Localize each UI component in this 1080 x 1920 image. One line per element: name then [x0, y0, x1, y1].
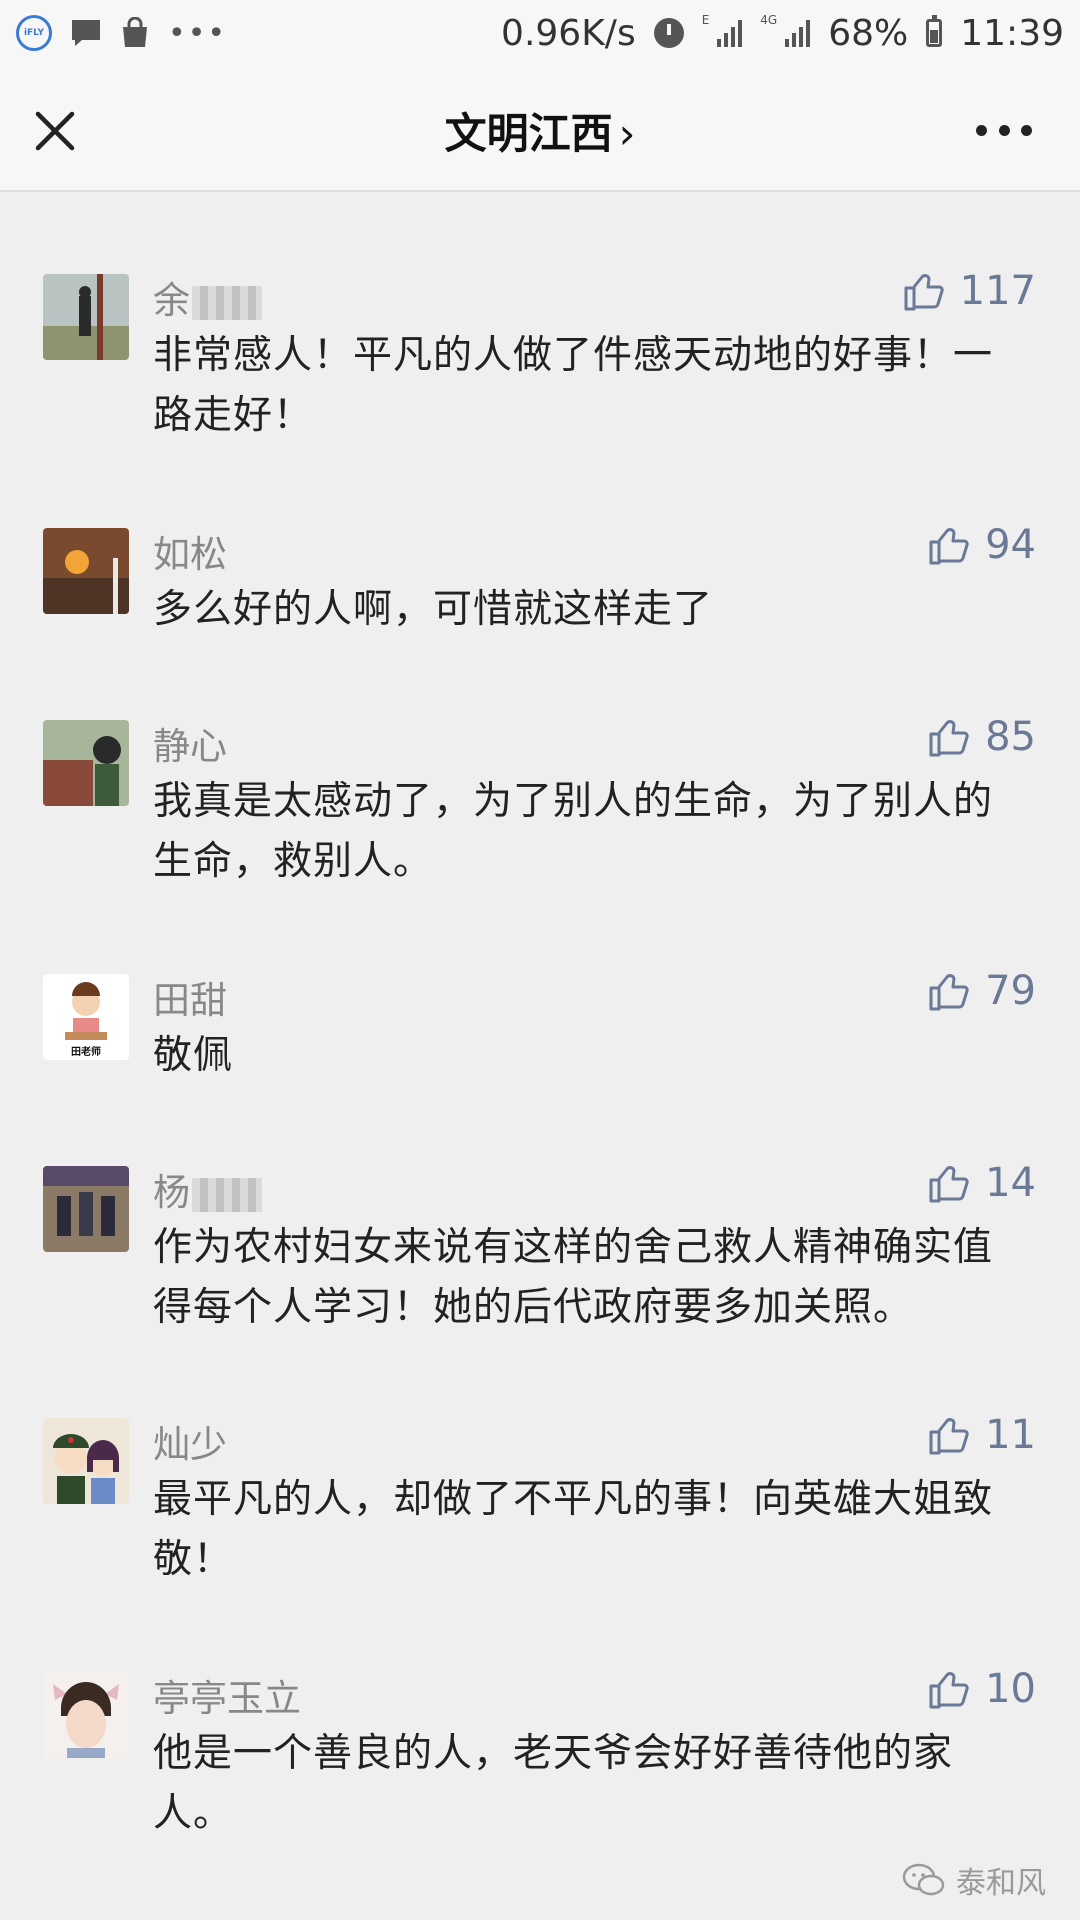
nav-bar: 文明江西 ›: [0, 66, 1080, 192]
network-speed: 0.96K/s: [501, 12, 636, 54]
avatar-caption: 田老师: [71, 1047, 101, 1058]
comment-author: 杨: [153, 1162, 262, 1216]
avatar-image: [43, 720, 129, 806]
signal-1-tag: E: [701, 12, 710, 27]
signal-2-tag: 4G: [760, 12, 778, 27]
avatar-image: [43, 1672, 129, 1758]
comment-author: 灿少: [153, 1414, 227, 1468]
ifly-app-icon: iFLY: [16, 15, 52, 51]
comment-author: 亭亭玉立: [153, 1668, 301, 1722]
redacted-name-mosaic: [192, 1177, 262, 1212]
watermark-text: 泰和风: [956, 1866, 1046, 1901]
more-dot: [1021, 124, 1032, 136]
comment-text: 最平凡的人，却做了不平凡的事！向英雄大姐致敬！: [153, 1477, 994, 1582]
avatar[interactable]: [43, 720, 129, 806]
chat-notification-icon: [72, 20, 100, 46]
comment-text: 多么好的人啊，可惜就这样走了: [153, 587, 714, 632]
comment-text: 作为农村妇女来说有这样的舍己救人精神确实值得每个人学习！她的后代政府要多加关照。: [153, 1225, 994, 1330]
avatar-image: [43, 528, 129, 614]
author-name: 田甜: [153, 979, 227, 1022]
like-count: 10: [985, 1666, 1036, 1712]
thumbs-up-icon: [904, 274, 944, 311]
more-dot: [976, 124, 987, 136]
thumbs-up-icon: [929, 528, 969, 565]
author-name: 杨: [153, 1171, 190, 1214]
battery-percent: 68%: [828, 12, 909, 54]
thumbs-up-icon: [929, 1672, 969, 1709]
more-notifications-icon: •••: [168, 15, 228, 51]
comment-author: 余: [153, 270, 262, 324]
more-options-button[interactable]: [976, 120, 1032, 140]
thumbs-up-icon: [929, 974, 969, 1011]
avatar[interactable]: 田老师: [43, 974, 129, 1060]
comment-text: 我真是太感动了，为了别人的生命，为了别人的生命，救别人。: [153, 779, 994, 884]
like-button[interactable]: 11: [927, 1412, 1036, 1458]
battery-icon: [926, 15, 943, 47]
avatar[interactable]: [43, 528, 129, 614]
status-right: 0.96K/s E 4G 68% 11:39: [501, 13, 1064, 54]
avatar[interactable]: [43, 1166, 129, 1252]
author-name: 亭亭玉立: [153, 1677, 301, 1720]
signal-2-icon: [785, 19, 811, 47]
author-name: 灿少: [153, 1423, 227, 1466]
like-button[interactable]: 10: [927, 1666, 1036, 1712]
status-left: iFLY •••: [16, 15, 227, 51]
author-name: 静心: [153, 725, 227, 768]
thumbs-up-icon: [929, 720, 969, 757]
like-button[interactable]: 14: [927, 1160, 1036, 1206]
avatar[interactable]: [43, 1672, 129, 1758]
author-name: 余: [153, 279, 190, 322]
signal-1-icon: [717, 19, 743, 47]
clock: 11:39: [960, 12, 1064, 54]
page-title-text: 文明江西: [444, 109, 613, 158]
author-name: 如松: [153, 533, 227, 576]
like-count: 85: [985, 714, 1036, 760]
avatar[interactable]: [43, 274, 129, 360]
more-dot: [998, 124, 1010, 136]
like-count: 14: [985, 1160, 1036, 1206]
chevron-right-icon: ›: [618, 109, 636, 158]
like-button[interactable]: 117: [902, 268, 1036, 314]
page-title[interactable]: 文明江西 ›: [0, 100, 1080, 161]
like-button[interactable]: 94: [927, 522, 1036, 568]
like-count: 11: [985, 1412, 1036, 1458]
comment-text: 非常感人！平凡的人做了件感天动地的好事！一路走好！: [153, 333, 994, 438]
avatar-image: [43, 1418, 129, 1504]
like-count: 94: [985, 522, 1036, 568]
comment-text: 他是一个善良的人，老天爷会好好善待他的家人。: [153, 1731, 954, 1836]
comment-author: 田甜: [153, 970, 227, 1024]
avatar-image: [43, 1166, 129, 1252]
watermark: 泰和风: [902, 1858, 1046, 1902]
like-button[interactable]: 85: [927, 714, 1036, 760]
comment-text: 敬佩: [153, 1033, 234, 1078]
like-count: 79: [985, 968, 1036, 1014]
shopping-bag-icon: [123, 17, 147, 47]
alarm-icon: [653, 18, 684, 48]
avatar-image: [43, 274, 129, 360]
thumbs-up-icon: [929, 1418, 969, 1455]
comment-author: 静心: [153, 716, 227, 770]
like-button[interactable]: 79: [927, 968, 1036, 1014]
status-bar: iFLY ••• 0.96K/s E 4G 68% 11:39: [0, 0, 1080, 66]
avatar[interactable]: [43, 1418, 129, 1504]
comment-author: 如松: [153, 524, 227, 578]
thumbs-up-icon: [929, 1166, 969, 1203]
wechat-logo-icon: [902, 1863, 945, 1896]
like-count: 117: [959, 268, 1036, 314]
redacted-name-mosaic: [192, 285, 262, 320]
